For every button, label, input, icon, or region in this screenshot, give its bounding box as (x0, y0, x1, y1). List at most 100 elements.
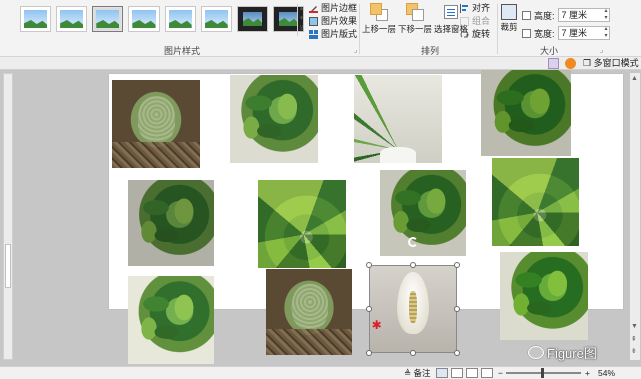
picture-style-gallery (16, 4, 304, 36)
size-group-label: 大小 (540, 46, 559, 56)
notes-button[interactable]: ≜ 备注 (404, 367, 431, 379)
arrange-group-label: 排列 (421, 46, 440, 56)
width-row: 宽度: 7 厘米 (522, 24, 610, 42)
photo-plant-1[interactable] (230, 75, 318, 163)
width-label: 宽度: (534, 28, 555, 39)
layout-icon (309, 30, 318, 39)
ribbon: ▴ ▾ ⊻ 图片边框 图片效果 图片版式 图片样式 ⌟ 上移一层 下移一层 选择窗格 (0, 0, 641, 57)
photo-plant-6[interactable] (500, 252, 588, 340)
left-scrollbar[interactable] (3, 73, 13, 360)
photo-cactus-1[interactable] (112, 80, 200, 168)
height-icon (522, 10, 531, 20)
chat-bubble-icon (528, 346, 544, 359)
picture-options: 图片边框 图片效果 图片版式 (309, 2, 357, 41)
multi-window-button[interactable]: ❐ 多窗口模式 (583, 57, 639, 70)
status-bar: ≜ 备注 − + 54% (0, 366, 641, 379)
height-input[interactable]: 7 厘米 (557, 8, 610, 22)
resize-handle-e[interactable] (454, 306, 460, 312)
separator (359, 4, 360, 54)
send-backward-icon (406, 3, 424, 21)
arrange-small-options: 对齐 组合 旋转 (460, 2, 490, 41)
picture-border-button[interactable]: 图片边框 (309, 2, 357, 15)
view-buttons (436, 368, 493, 378)
resize-handle-nw[interactable] (366, 262, 372, 268)
scroll-down-icon[interactable]: ▼ (631, 323, 638, 330)
resize-handle-sw[interactable] (366, 350, 372, 356)
photo-plant-4[interactable] (380, 170, 466, 256)
picture-styles-group-label: 图片样式 (164, 46, 201, 56)
photo-plant-3[interactable] (128, 180, 214, 266)
effects-icon (309, 17, 318, 26)
gear-icon[interactable] (565, 58, 576, 69)
normal-view-icon[interactable] (436, 368, 448, 378)
pen-icon (309, 4, 318, 13)
style-thumb-5[interactable] (164, 6, 196, 32)
gallery-scroll[interactable]: ▴ ▾ ⊻ (297, 4, 305, 36)
picture-styles-launcher[interactable]: ⌟ (354, 46, 357, 54)
height-row: 高度: 7 厘米 (522, 6, 610, 24)
page-down-icon[interactable]: ⇟ (631, 347, 637, 355)
notes-label: 备注 (413, 368, 431, 378)
slideshow-view-icon[interactable] (481, 368, 493, 378)
bring-forward-icon (370, 3, 388, 21)
size-launcher[interactable]: ⌟ (600, 46, 603, 54)
style-thumb-1[interactable] (20, 6, 52, 32)
align-button[interactable]: 对齐 (460, 2, 490, 15)
group-icon (460, 17, 469, 26)
separator (497, 4, 498, 54)
picture-effects-label: 图片效果 (321, 16, 358, 26)
rotate-handle-icon[interactable] (408, 237, 418, 247)
secondary-toolbar: ❐ 多窗口模式 (0, 57, 641, 70)
photo-spider-plant[interactable] (354, 75, 442, 163)
crop-label: 裁剪 (500, 22, 518, 32)
style-thumb-7[interactable] (236, 6, 268, 32)
group-label: 组合 (472, 16, 491, 26)
resize-handle-n[interactable] (410, 262, 416, 268)
style-thumb-6[interactable] (200, 6, 232, 32)
rotate-button[interactable]: 旋转 (460, 28, 490, 41)
resize-handle-w[interactable] (366, 306, 372, 312)
zoom-in-icon[interactable]: + (585, 367, 590, 379)
width-input[interactable]: 7 厘米 (557, 26, 610, 40)
bring-forward-label: 上移一层 (362, 24, 397, 34)
photo-plant-top-1[interactable] (258, 180, 346, 268)
height-label: 高度: (534, 10, 555, 21)
zoom-slider[interactable] (506, 368, 581, 378)
photo-plant-5[interactable] (128, 276, 214, 364)
style-thumb-3[interactable] (92, 6, 124, 32)
scroll-thumb[interactable] (5, 244, 11, 288)
rotate-icon (460, 30, 469, 39)
selection-frame (369, 265, 457, 353)
group-button[interactable]: 组合 (460, 15, 490, 28)
resize-handle-s[interactable] (410, 350, 416, 356)
crop-button[interactable]: 裁剪 (499, 4, 519, 33)
selection-pane-icon (442, 3, 460, 21)
watermark-text: Figure图 (547, 346, 597, 361)
page-up-icon[interactable]: ⇞ (631, 335, 637, 343)
picture-layout-button[interactable]: 图片版式 (309, 28, 357, 41)
rotate-label: 旋转 (472, 29, 491, 39)
photo-cactus-2[interactable] (266, 269, 352, 355)
scroll-up-icon[interactable]: ▲ (631, 75, 638, 82)
reading-view-icon[interactable] (466, 368, 478, 378)
size-fields: 高度: 7 厘米 宽度: 7 厘米 (522, 6, 610, 42)
picture-border-label: 图片边框 (321, 3, 358, 13)
crop-icon (501, 4, 517, 20)
send-backward-button[interactable]: 下移一层 (398, 2, 432, 35)
photo-plant-2[interactable] (481, 70, 571, 156)
style-thumb-4[interactable] (128, 6, 160, 32)
bring-forward-button[interactable]: 上移一层 (362, 2, 396, 35)
picture-effects-button[interactable]: 图片效果 (309, 15, 357, 28)
resize-handle-ne[interactable] (454, 262, 460, 268)
arrange-buttons: 上移一层 下移一层 选择窗格 (362, 2, 468, 35)
sparkle-icon[interactable] (548, 58, 559, 69)
photo-plant-top-2[interactable] (492, 158, 579, 246)
sorter-view-icon[interactable] (451, 368, 463, 378)
right-scrollbar[interactable]: ▲ ▼ ⇞ ⇟ (630, 73, 640, 360)
zoom-out-icon[interactable]: − (498, 367, 503, 379)
multi-window-label: 多窗口模式 (593, 58, 639, 68)
style-thumb-2[interactable] (56, 6, 88, 32)
send-backward-label: 下移一层 (398, 24, 433, 34)
resize-handle-se[interactable] (454, 350, 460, 356)
zoom-level[interactable]: 54% (598, 367, 615, 379)
